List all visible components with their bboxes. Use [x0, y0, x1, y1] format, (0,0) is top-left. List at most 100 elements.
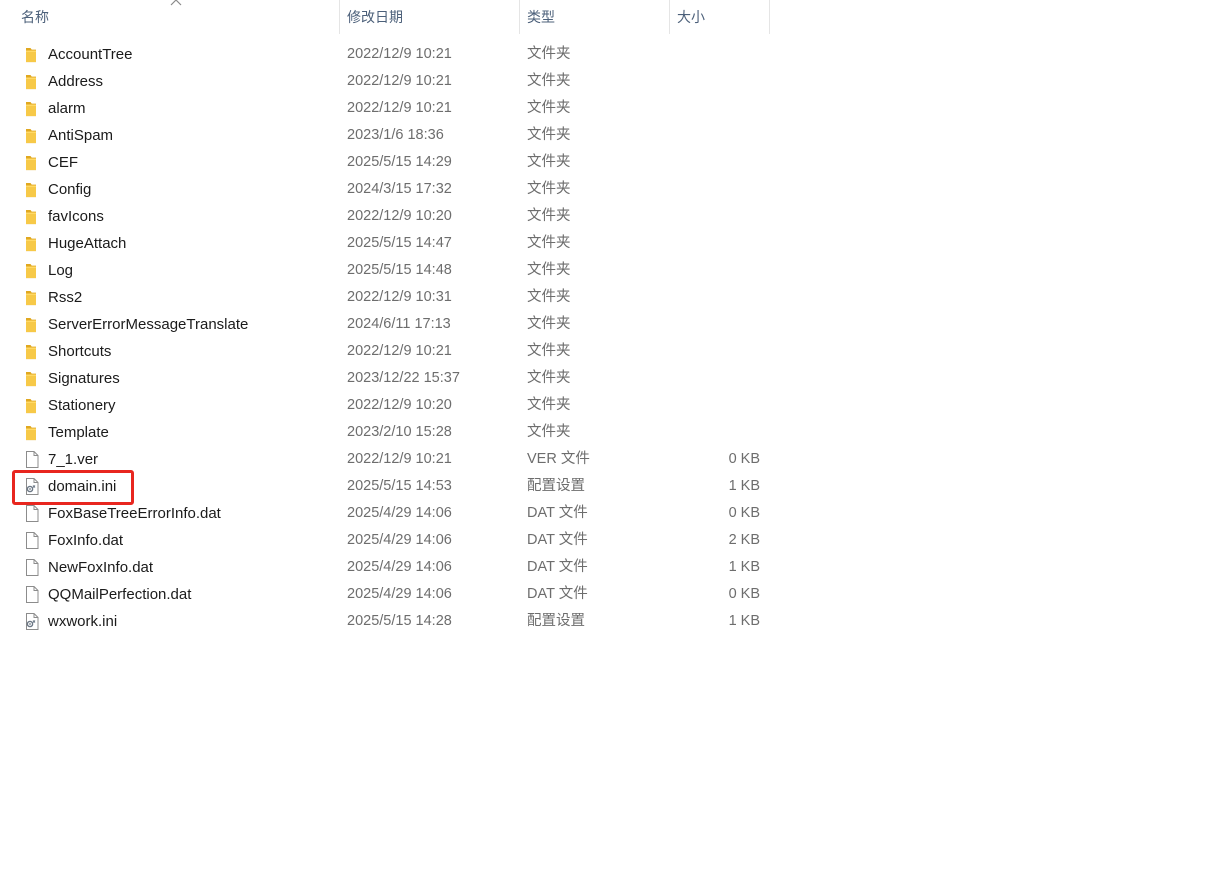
- folder-icon: [23, 45, 41, 64]
- file-row[interactable]: Stationery 2022/12/9 10:20 文件夹: [0, 392, 770, 419]
- file-modified-date: 2023/2/10 15:28: [347, 424, 452, 440]
- file-icon: [23, 450, 41, 469]
- folder-icon: [23, 288, 41, 307]
- column-header-name-label: 名称: [21, 9, 49, 25]
- file-type: 文件夹: [527, 289, 571, 305]
- file-size: 1 KB: [728, 559, 760, 575]
- file-row[interactable]: Rss2 2022/12/9 10:31 文件夹: [0, 284, 770, 311]
- file-modified-date: 2025/5/15 14:28: [347, 613, 452, 629]
- column-header-type-label: 类型: [527, 9, 555, 25]
- file-type: DAT 文件: [527, 505, 588, 521]
- file-type: 文件夹: [527, 262, 571, 278]
- file-row[interactable]: AntiSpam 2023/1/6 18:36 文件夹: [0, 122, 770, 149]
- folder-icon: [23, 234, 41, 253]
- file-name: HugeAttach: [48, 235, 127, 252]
- file-type: 文件夹: [527, 370, 571, 386]
- file-modified-date: 2025/4/29 14:06: [347, 532, 452, 548]
- file-modified-date: 2022/12/9 10:21: [347, 100, 452, 116]
- file-name: ServerErrorMessageTranslate: [48, 316, 249, 333]
- folder-icon: [23, 369, 41, 388]
- file-name: Log: [48, 262, 74, 279]
- file-type: 文件夹: [527, 235, 571, 251]
- file-modified-date: 2023/12/22 15:37: [347, 370, 460, 386]
- file-type: VER 文件: [527, 451, 590, 467]
- file-modified-date: 2025/4/29 14:06: [347, 559, 452, 575]
- file-row[interactable]: HugeAttach 2025/5/15 14:47 文件夹: [0, 230, 770, 257]
- folder-icon: [23, 180, 41, 199]
- file-modified-date: 2022/12/9 10:21: [347, 451, 452, 467]
- file-row[interactable]: Template 2023/2/10 15:28 文件夹: [0, 419, 770, 446]
- folder-icon: [23, 72, 41, 91]
- file-size: 1 KB: [728, 478, 760, 494]
- file-row[interactable]: alarm 2022/12/9 10:21 文件夹: [0, 95, 770, 122]
- column-header-row: 名称 修改日期 类型 大小: [0, 0, 770, 34]
- file-name: Signatures: [48, 370, 120, 387]
- file-modified-date: 2022/12/9 10:21: [347, 73, 452, 89]
- file-name: QQMailPerfection.dat: [48, 586, 192, 603]
- file-row[interactable]: Log 2025/5/15 14:48 文件夹: [0, 257, 770, 284]
- file-type: 文件夹: [527, 208, 571, 224]
- file-row[interactable]: FoxBaseTreeErrorInfo.dat 2025/4/29 14:06…: [0, 500, 770, 527]
- file-modified-date: 2025/4/29 14:06: [347, 586, 452, 602]
- chevron-up-icon: [170, 0, 182, 6]
- column-header-date-label: 修改日期: [347, 9, 403, 25]
- file-name: Address: [48, 73, 104, 90]
- file-row[interactable]: wxwork.ini 2025/5/15 14:28 配置设置 1 KB: [0, 608, 770, 635]
- file-name: NewFoxInfo.dat: [48, 559, 154, 576]
- file-list: AccountTree 2022/12/9 10:21 文件夹 Address …: [0, 41, 770, 635]
- file-type: 文件夹: [527, 343, 571, 359]
- file-name: Template: [48, 424, 109, 441]
- file-row[interactable]: FoxInfo.dat 2025/4/29 14:06 DAT 文件 2 KB: [0, 527, 770, 554]
- file-name: FoxBaseTreeErrorInfo.dat: [48, 505, 221, 522]
- file-type: 文件夹: [527, 397, 571, 413]
- file-icon: [23, 558, 41, 577]
- folder-icon: [23, 99, 41, 118]
- column-header-type[interactable]: 类型: [520, 0, 670, 34]
- folder-icon: [23, 342, 41, 361]
- file-modified-date: 2025/5/15 14:29: [347, 154, 452, 170]
- file-row[interactable]: ServerErrorMessageTranslate 2024/6/11 17…: [0, 311, 770, 338]
- file-name: Shortcuts: [48, 343, 112, 360]
- config-file-icon: [23, 477, 41, 496]
- file-type: 文件夹: [527, 154, 571, 170]
- file-row[interactable]: favIcons 2022/12/9 10:20 文件夹: [0, 203, 770, 230]
- file-size: 0 KB: [728, 451, 760, 467]
- file-name: wxwork.ini: [48, 613, 118, 630]
- file-modified-date: 2025/5/15 14:48: [347, 262, 452, 278]
- file-modified-date: 2022/12/9 10:21: [347, 46, 452, 62]
- file-type: 文件夹: [527, 181, 571, 197]
- folder-icon: [23, 396, 41, 415]
- file-modified-date: 2022/12/9 10:21: [347, 343, 452, 359]
- file-row[interactable]: domain.ini 2025/5/15 14:53 配置设置 1 KB: [0, 473, 770, 500]
- config-file-icon: [23, 612, 41, 631]
- column-header-size[interactable]: 大小: [670, 0, 770, 34]
- folder-icon: [23, 423, 41, 442]
- file-type: 文件夹: [527, 46, 571, 62]
- file-type: 配置设置: [527, 478, 585, 494]
- file-row[interactable]: Config 2024/3/15 17:32 文件夹: [0, 176, 770, 203]
- file-size: 2 KB: [728, 532, 760, 548]
- file-row[interactable]: Address 2022/12/9 10:21 文件夹: [0, 68, 770, 95]
- file-type: DAT 文件: [527, 586, 588, 602]
- folder-icon: [23, 153, 41, 172]
- file-row[interactable]: NewFoxInfo.dat 2025/4/29 14:06 DAT 文件 1 …: [0, 554, 770, 581]
- file-type: 配置设置: [527, 613, 585, 629]
- file-type: DAT 文件: [527, 532, 588, 548]
- file-name: Stationery: [48, 397, 116, 414]
- file-row[interactable]: AccountTree 2022/12/9 10:21 文件夹: [0, 41, 770, 68]
- folder-icon: [23, 315, 41, 334]
- file-modified-date: 2024/6/11 17:13: [347, 316, 451, 332]
- file-modified-date: 2025/4/29 14:06: [347, 505, 452, 521]
- file-row[interactable]: 7_1.ver 2022/12/9 10:21 VER 文件 0 KB: [0, 446, 770, 473]
- file-icon: [23, 531, 41, 550]
- column-header-date[interactable]: 修改日期: [340, 0, 520, 34]
- file-row[interactable]: Signatures 2023/12/22 15:37 文件夹: [0, 365, 770, 392]
- file-modified-date: 2025/5/15 14:47: [347, 235, 452, 251]
- column-header-name[interactable]: 名称: [0, 0, 340, 34]
- file-row[interactable]: QQMailPerfection.dat 2025/4/29 14:06 DAT…: [0, 581, 770, 608]
- file-name: 7_1.ver: [48, 451, 99, 468]
- file-name: AccountTree: [48, 46, 133, 63]
- file-row[interactable]: CEF 2025/5/15 14:29 文件夹: [0, 149, 770, 176]
- file-row[interactable]: Shortcuts 2022/12/9 10:21 文件夹: [0, 338, 770, 365]
- file-name: favIcons: [48, 208, 104, 225]
